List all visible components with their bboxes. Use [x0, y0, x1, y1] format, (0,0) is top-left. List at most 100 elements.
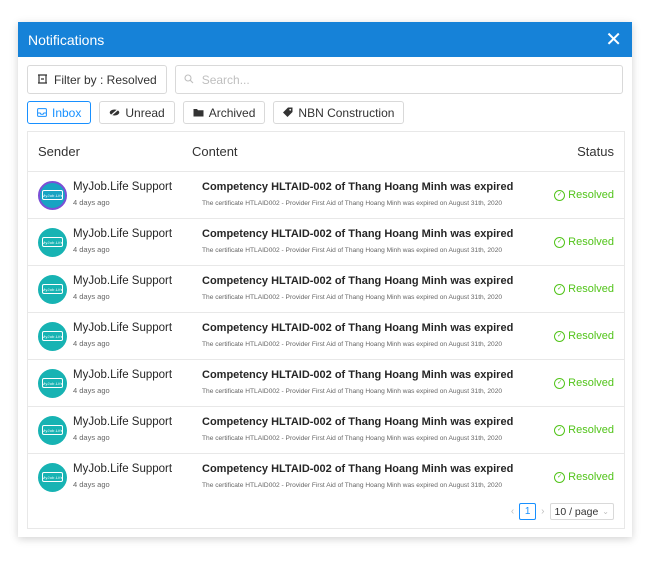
filter-button[interactable]: Filter by : Resolved	[27, 65, 167, 94]
content-cell: Competency HLTAID-002 of Thang Hoang Min…	[192, 322, 534, 351]
tag-icon	[283, 106, 293, 120]
tab-label: Inbox	[52, 105, 82, 120]
table-body: MyJob.Life MyJob.Life Support 4 days ago…	[28, 172, 624, 500]
check-circle-icon: ✓	[554, 236, 566, 248]
avatar: MyJob.Life	[38, 321, 67, 351]
tab-inbox[interactable]: Inbox	[27, 101, 92, 124]
eye-slash-icon	[109, 106, 120, 120]
avatar-logo-text: MyJob.Life	[42, 378, 63, 388]
sender-time: 4 days ago	[73, 480, 110, 489]
check-circle-icon: ✓	[554, 424, 566, 436]
notification-title: Competency HLTAID-002 of Thang Hoang Min…	[202, 368, 514, 381]
status-badge: Resolved	[568, 189, 614, 201]
column-header-sender: Sender	[38, 144, 80, 159]
page-size-select[interactable]: 10 / page ⌄	[549, 503, 614, 520]
search-input[interactable]	[199, 71, 614, 88]
check-circle-icon: ✓	[554, 377, 566, 389]
table-row[interactable]: MyJob.Life MyJob.Life Support 4 days ago…	[28, 172, 624, 219]
notification-title: Competency HLTAID-002 of Thang Hoang Min…	[202, 415, 514, 428]
notification-title: Competency HLTAID-002 of Thang Hoang Min…	[202, 321, 514, 334]
sender-info: MyJob.Life Support 4 days ago	[73, 275, 172, 303]
avatar: MyJob.Life	[38, 415, 67, 445]
status-badge: Resolved	[568, 330, 614, 342]
tab-bar: Inbox Unread Archived NBN Construction	[27, 101, 405, 124]
table-row[interactable]: MyJob.Life MyJob.Life Support 4 days ago…	[28, 407, 624, 454]
content-cell: Competency HLTAID-002 of Thang Hoang Min…	[192, 228, 534, 257]
notification-title: Competency HLTAID-002 of Thang Hoang Min…	[202, 227, 514, 240]
avatar: MyJob.Life	[38, 227, 67, 257]
search-box[interactable]	[174, 65, 623, 94]
page-number-button[interactable]: 1	[519, 503, 537, 520]
sender-info: MyJob.Life Support 4 days ago	[73, 416, 172, 444]
table-row[interactable]: MyJob.Life MyJob.Life Support 4 days ago…	[28, 454, 624, 500]
status-badge: Resolved	[568, 377, 614, 389]
sender-info: MyJob.Life Support 4 days ago	[73, 369, 172, 397]
prev-page-icon[interactable]: ‹	[511, 506, 514, 517]
check-circle-icon: ✓	[554, 283, 566, 295]
status-badge: Resolved	[568, 424, 614, 436]
status-cell: ✓ Resolved	[534, 236, 624, 248]
notification-title: Competency HLTAID-002 of Thang Hoang Min…	[202, 274, 514, 287]
avatar-logo-text: MyJob.Life	[42, 331, 63, 341]
avatar-logo-text: MyJob.Life	[42, 472, 63, 482]
content-cell: Competency HLTAID-002 of Thang Hoang Min…	[192, 275, 534, 304]
tab-unread[interactable]: Unread	[99, 101, 175, 124]
sender-time: 4 days ago	[73, 433, 110, 442]
filter-label: Filter by : Resolved	[54, 72, 157, 87]
status-cell: ✓ Resolved	[534, 330, 624, 342]
table-row[interactable]: MyJob.Life MyJob.Life Support 4 days ago…	[28, 219, 624, 266]
content-cell: Competency HLTAID-002 of Thang Hoang Min…	[192, 463, 534, 492]
status-badge: Resolved	[568, 283, 614, 295]
sender-name: MyJob.Life Support	[73, 181, 173, 193]
status-badge: Resolved	[568, 236, 614, 248]
sender-cell: MyJob.Life MyJob.Life Support 4 days ago	[28, 274, 192, 304]
status-cell: ✓ Resolved	[534, 424, 624, 436]
check-circle-icon: ✓	[554, 189, 566, 201]
notification-description: The certificate HTLAID002 - Provider Fir…	[202, 199, 503, 207]
status-cell: ✓ Resolved	[534, 471, 624, 483]
table-row[interactable]: MyJob.Life MyJob.Life Support 4 days ago…	[28, 266, 624, 313]
search-icon	[184, 73, 194, 87]
check-circle-icon: ✓	[554, 471, 566, 483]
tab-label: Archived	[208, 105, 256, 120]
sender-time: 4 days ago	[73, 292, 110, 301]
column-header-content: Content	[192, 144, 238, 159]
status-cell: ✓ Resolved	[534, 377, 624, 389]
notifications-modal: Notifications ✕ Filter by : Resolved Inb…	[18, 22, 632, 537]
sender-name: MyJob.Life Support	[73, 463, 173, 475]
sender-name: MyJob.Life Support	[73, 228, 173, 240]
content-cell: Competency HLTAID-002 of Thang Hoang Min…	[192, 181, 534, 210]
check-circle-icon: ✓	[554, 330, 566, 342]
status-cell: ✓ Resolved	[534, 189, 624, 201]
toolbar: Filter by : Resolved	[27, 65, 623, 94]
column-header-status: Status	[577, 144, 614, 159]
inbox-icon	[37, 106, 47, 120]
notifications-table: Sender Content Status MyJob.Life MyJob.L…	[27, 131, 625, 529]
modal-title: Notifications	[28, 31, 105, 48]
next-page-icon[interactable]: ›	[541, 506, 544, 517]
sender-info: MyJob.Life Support 4 days ago	[73, 228, 172, 256]
sender-cell: MyJob.Life MyJob.Life Support 4 days ago	[28, 227, 192, 257]
sender-time: 4 days ago	[73, 245, 110, 254]
avatar: MyJob.Life	[38, 180, 67, 210]
modal-header: Notifications ✕	[18, 22, 632, 57]
sender-name: MyJob.Life Support	[73, 369, 173, 381]
sender-cell: MyJob.Life MyJob.Life Support 4 days ago	[28, 415, 192, 445]
content-cell: Competency HLTAID-002 of Thang Hoang Min…	[192, 369, 534, 398]
tab-nbn-construction[interactable]: NBN Construction	[273, 101, 405, 124]
tab-label: Unread	[125, 105, 165, 120]
sender-time: 4 days ago	[73, 339, 110, 348]
table-row[interactable]: MyJob.Life MyJob.Life Support 4 days ago…	[28, 313, 624, 360]
close-icon[interactable]: ✕	[605, 30, 622, 50]
tab-archived[interactable]: Archived	[182, 101, 266, 124]
sender-time: 4 days ago	[73, 386, 110, 395]
sender-name: MyJob.Life Support	[73, 416, 173, 428]
notification-description: The certificate HTLAID002 - Provider Fir…	[202, 434, 503, 442]
sender-cell: MyJob.Life MyJob.Life Support 4 days ago	[28, 462, 192, 492]
sender-info: MyJob.Life Support 4 days ago	[73, 322, 172, 350]
tab-label: NBN Construction	[298, 105, 395, 120]
sender-time: 4 days ago	[73, 198, 110, 207]
table-row[interactable]: MyJob.Life MyJob.Life Support 4 days ago…	[28, 360, 624, 407]
notification-description: The certificate HTLAID002 - Provider Fir…	[202, 481, 503, 489]
notification-description: The certificate HTLAID002 - Provider Fir…	[202, 246, 503, 254]
